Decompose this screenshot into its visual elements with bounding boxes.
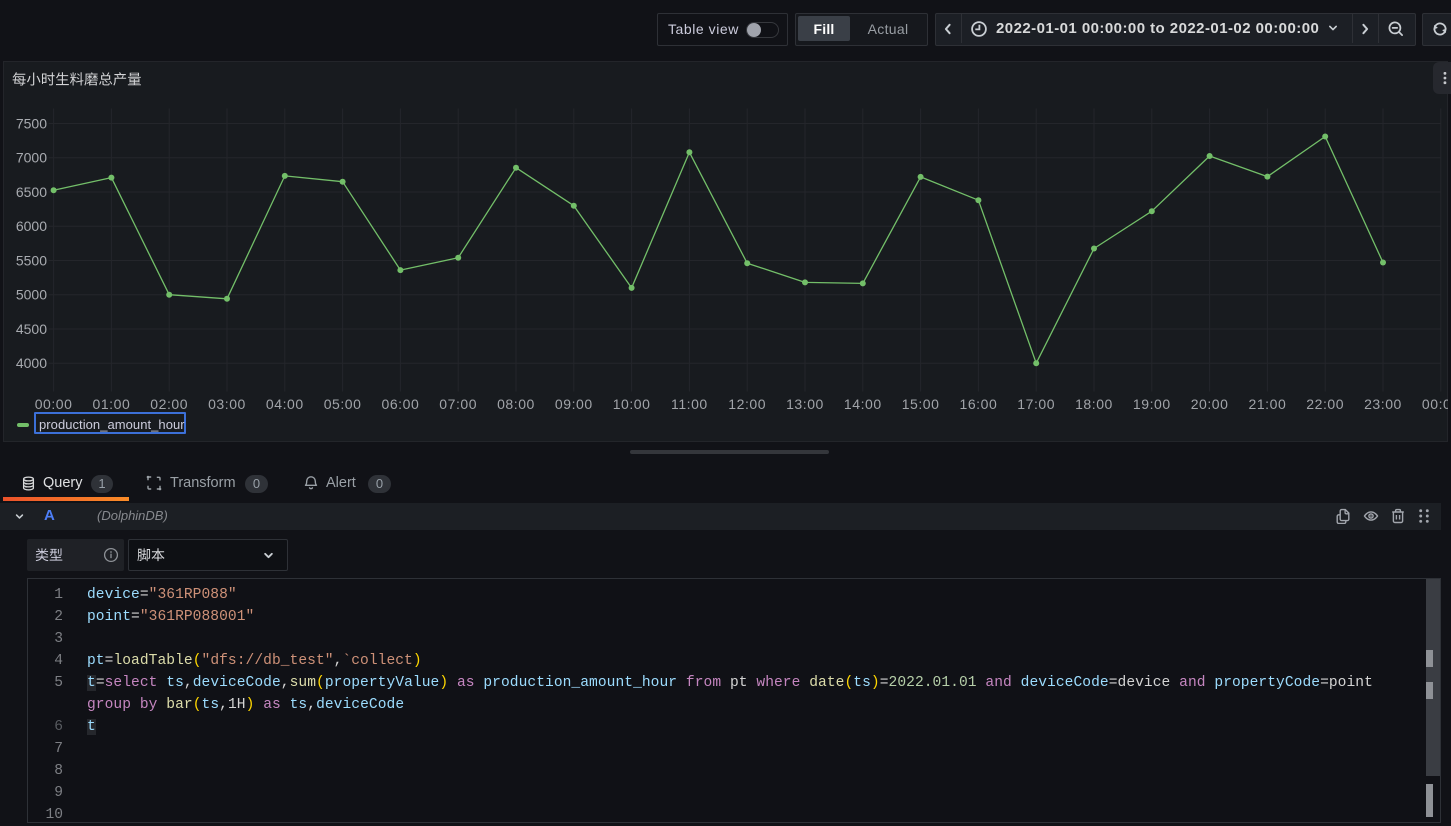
svg-text:21:00: 21:00 (1249, 396, 1287, 412)
svg-text:13:00: 13:00 (786, 396, 824, 412)
svg-text:23:00: 23:00 (1364, 396, 1402, 412)
svg-text:12:00: 12:00 (728, 396, 766, 412)
svg-text:01:00: 01:00 (93, 396, 131, 412)
svg-text:22:00: 22:00 (1306, 396, 1344, 412)
svg-text:05:00: 05:00 (324, 396, 362, 412)
svg-text:18:00: 18:00 (1075, 396, 1113, 412)
svg-text:07:00: 07:00 (439, 396, 477, 412)
svg-text:17:00: 17:00 (1017, 396, 1055, 412)
svg-text:4500: 4500 (16, 321, 47, 337)
svg-text:10:00: 10:00 (613, 396, 651, 412)
svg-text:09:00: 09:00 (555, 396, 593, 412)
svg-text:04:00: 04:00 (266, 396, 304, 412)
svg-text:00:00: 00:00 (1422, 396, 1448, 412)
svg-text:19:00: 19:00 (1133, 396, 1171, 412)
svg-text:08:00: 08:00 (497, 396, 535, 412)
svg-text:14:00: 14:00 (844, 396, 882, 412)
svg-text:15:00: 15:00 (902, 396, 940, 412)
svg-text:00:00: 00:00 (35, 396, 73, 412)
svg-text:6000: 6000 (16, 218, 47, 234)
svg-text:7000: 7000 (16, 150, 47, 166)
svg-text:5500: 5500 (16, 252, 47, 268)
svg-text:6500: 6500 (16, 184, 47, 200)
svg-text:16:00: 16:00 (960, 396, 998, 412)
svg-text:02:00: 02:00 (150, 396, 188, 412)
svg-text:7500: 7500 (16, 115, 47, 131)
svg-text:5000: 5000 (16, 287, 47, 303)
svg-text:20:00: 20:00 (1191, 396, 1229, 412)
svg-text:4000: 4000 (16, 355, 47, 371)
svg-text:11:00: 11:00 (671, 396, 708, 412)
svg-text:06:00: 06:00 (382, 396, 420, 412)
svg-text:03:00: 03:00 (208, 396, 246, 412)
